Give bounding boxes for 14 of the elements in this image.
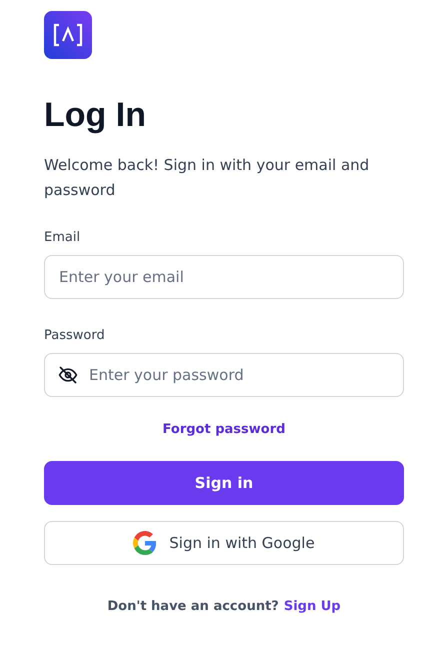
field-label: Password xyxy=(44,327,106,345)
google-sign-in-button[interactable]: Sign in with Google xyxy=(44,521,404,565)
sign-in-button[interactable]: Sign in xyxy=(44,461,404,505)
page-title: Log In xyxy=(44,95,147,136)
google-icon xyxy=(133,531,158,555)
password-field[interactable]: Enter your password xyxy=(44,353,404,397)
email-field[interactable]: Enter your email xyxy=(44,255,404,299)
sign-up-link[interactable]: Sign Up xyxy=(284,599,341,614)
eye-off-icon[interactable] xyxy=(58,365,78,385)
forgot-password-link[interactable]: Forgot password xyxy=(162,422,286,437)
logo-icon xyxy=(44,11,92,59)
subtitle: Welcome back! Sign in with your email and password xyxy=(44,155,370,201)
footer-text: Don't have an account? xyxy=(107,599,279,614)
field-label: Email xyxy=(44,229,82,247)
